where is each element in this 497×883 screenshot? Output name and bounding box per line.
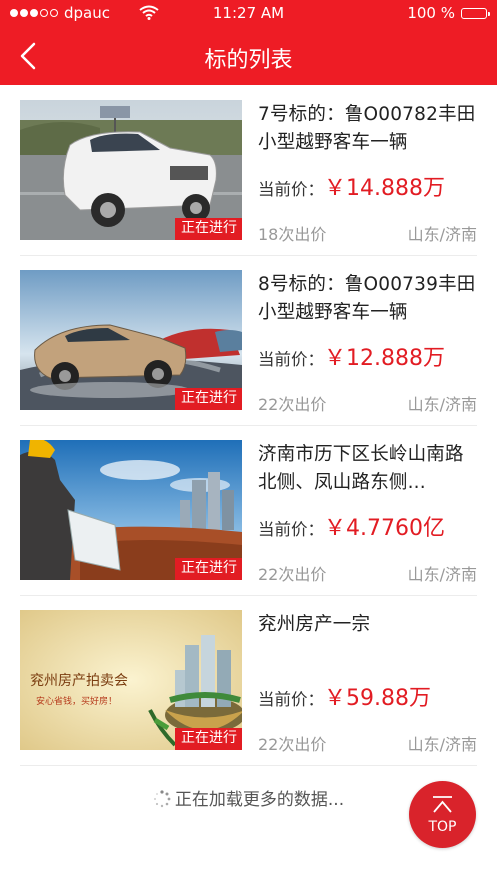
price-row: 当前价：￥12.888万: [258, 340, 445, 372]
current-price: ￥12.888万: [324, 346, 445, 371]
location: 山东/济南: [407, 225, 477, 244]
nav-bar: 标的列表: [0, 28, 497, 85]
status-badge: 正在进行: [175, 218, 242, 240]
lot-item[interactable]: 正在进行 7号标的：鲁O00782丰田小型越野客车一辆 当前价：￥14.888万…: [20, 85, 477, 256]
lot-title: 济南市历下区长岭山南路北侧、凤山路东侧...: [258, 444, 464, 493]
lot-title: 7号标的：鲁O00782丰田小型越野客车一辆: [258, 104, 476, 153]
lot-item[interactable]: 兖州房产拍卖会 安心省钱，买好房！ 正在进行 兖州房产一宗 当前价：￥59.88…: [20, 595, 477, 766]
app-header: dpauc 11:27 AM 100 % 标的列表: [0, 0, 497, 85]
current-price: ￥4.7760亿: [324, 516, 445, 541]
bid-count: 22次出价: [258, 735, 327, 754]
status-badge: 正在进行: [175, 388, 242, 410]
current-price: ￥59.88万: [324, 686, 431, 711]
bid-count: 22次出价: [258, 565, 327, 584]
auction-slogan-text: 安心省钱，买好房！: [36, 695, 117, 706]
lot-title: 8号标的：鲁O00739丰田小型越野客车一辆: [258, 274, 476, 323]
lot-item[interactable]: 正在进行 8号标的：鲁O00739丰田小型越野客车一辆 当前价：￥12.888万…: [20, 255, 477, 426]
top-label: TOP: [428, 819, 457, 835]
status-bar: dpauc 11:27 AM 100 %: [0, 0, 497, 28]
current-price: ￥14.888万: [324, 176, 445, 201]
back-to-top-button[interactable]: TOP: [409, 781, 476, 848]
battery-status: 100 %: [407, 4, 490, 22]
lot-thumbnail[interactable]: 兖州房产拍卖会 安心省钱，买好房！ 正在进行: [20, 610, 242, 750]
loading-text: 正在加载更多的数据...: [174, 790, 345, 810]
price-label: 当前价：: [258, 690, 324, 709]
lot-item[interactable]: 正在进行 济南市历下区长岭山南路北侧、凤山路东侧... 当前价：￥4.7760亿…: [20, 425, 477, 596]
price-label: 当前价：: [258, 520, 324, 539]
loading-spinner-icon: [153, 790, 171, 808]
price-row: 当前价：￥4.7760亿: [258, 510, 445, 542]
battery-text: 100 %: [407, 4, 455, 22]
bid-count: 22次出价: [258, 395, 327, 414]
status-badge: 正在进行: [175, 728, 242, 750]
arrow-up-icon: [433, 796, 452, 813]
lot-thumbnail[interactable]: 正在进行: [20, 270, 242, 410]
price-row: 当前价：￥59.88万: [258, 680, 431, 712]
lot-thumbnail[interactable]: 正在进行: [20, 100, 242, 240]
auction-title-text: 兖州房产拍卖会: [30, 673, 128, 689]
status-badge: 正在进行: [175, 558, 242, 580]
battery-icon: [461, 7, 490, 19]
price-row: 当前价：￥14.888万: [258, 170, 445, 202]
lot-title: 兖州房产一宗: [258, 614, 371, 635]
price-label: 当前价：: [258, 350, 324, 369]
lot-thumbnail[interactable]: 正在进行: [20, 440, 242, 580]
price-label: 当前价：: [258, 180, 324, 199]
location: 山东/济南: [407, 735, 477, 754]
page-title: 标的列表: [204, 48, 293, 73]
bid-count: 18次出价: [258, 225, 327, 244]
location: 山东/济南: [407, 395, 477, 414]
location: 山东/济南: [407, 565, 477, 584]
